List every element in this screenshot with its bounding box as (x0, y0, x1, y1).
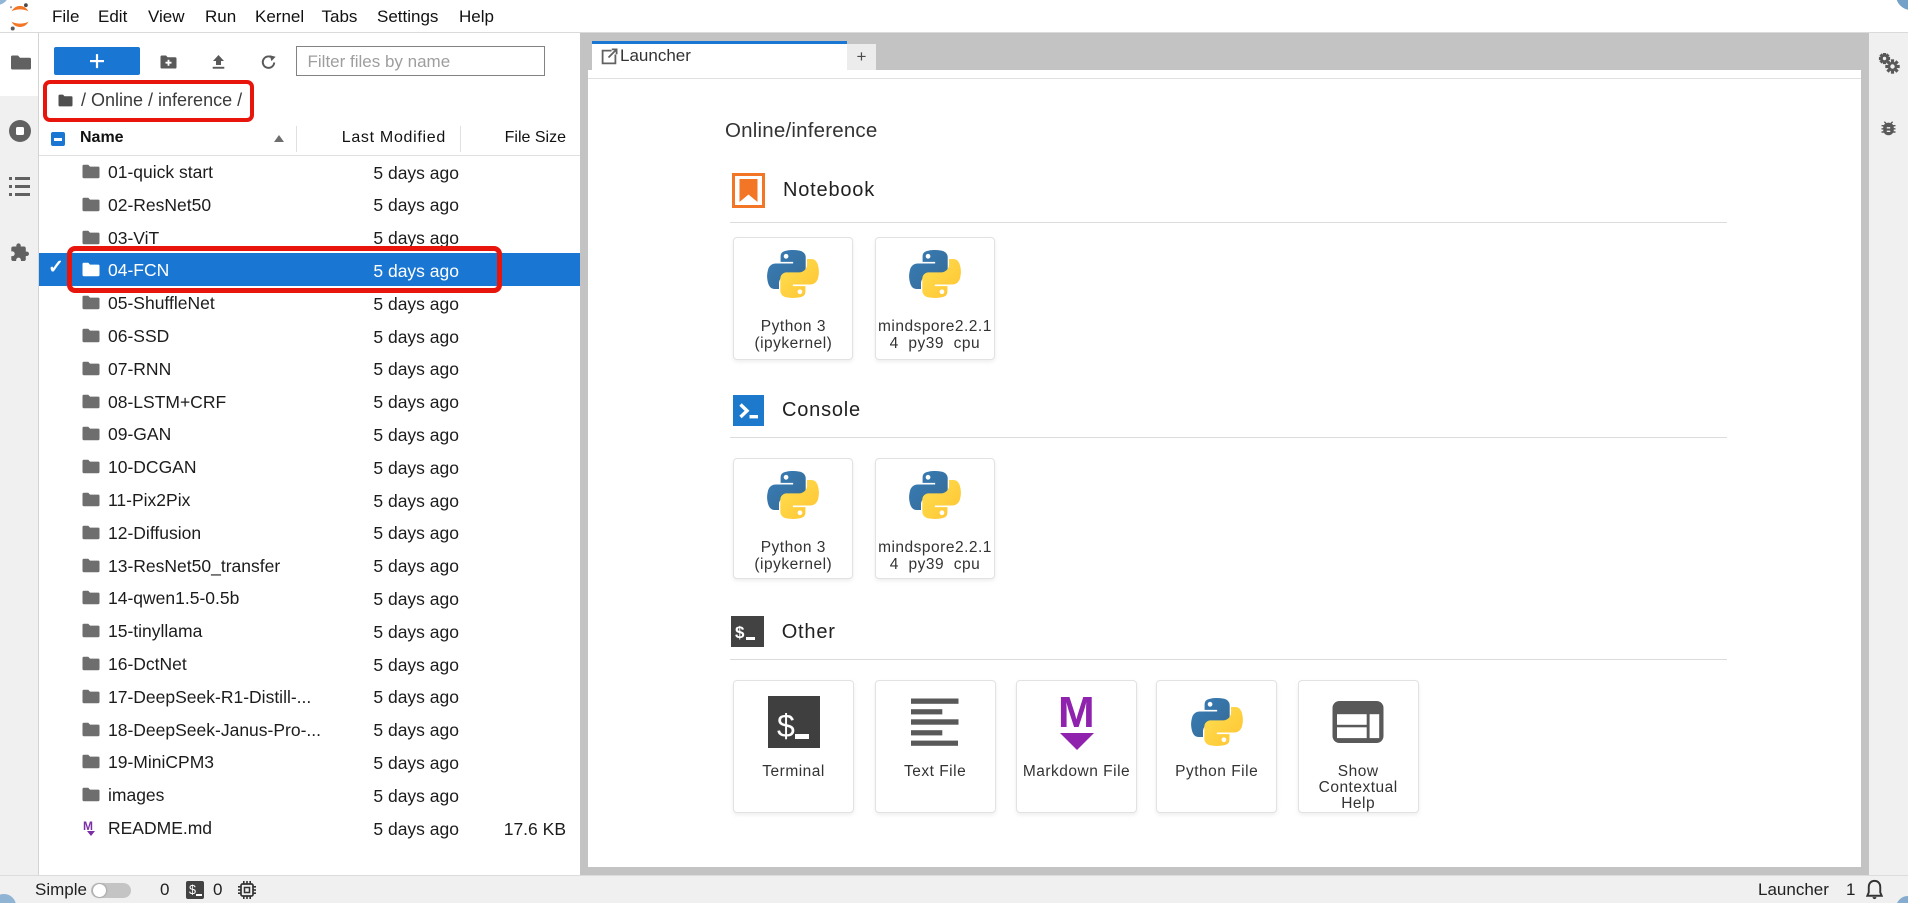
svg-text:$: $ (735, 623, 745, 642)
svg-text:$: $ (777, 708, 795, 744)
svg-text:M: M (1058, 691, 1095, 737)
